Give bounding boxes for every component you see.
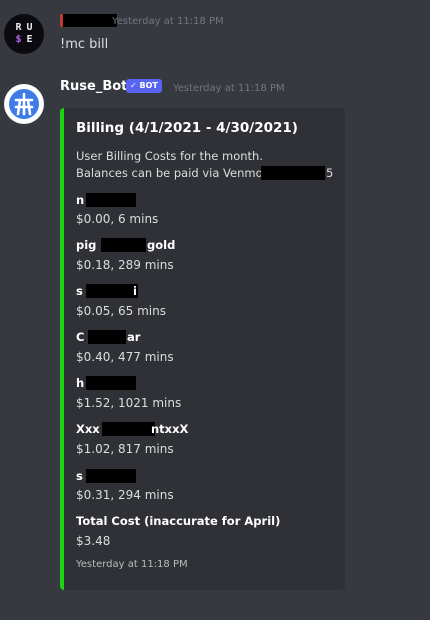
user-avatar[interactable]: R U $ E bbox=[4, 14, 44, 54]
field-name: pig bbox=[76, 238, 97, 252]
total-cost-label: Total Cost (inaccurate for April) bbox=[76, 514, 281, 528]
redacted-username bbox=[86, 469, 136, 483]
bot-badge: ✓ BOT bbox=[126, 79, 162, 93]
message-timestamp: Yesterday at 11:18 PM bbox=[112, 16, 224, 27]
field-name: Xxx bbox=[76, 422, 100, 436]
role-color-bar bbox=[60, 14, 63, 27]
field-name-tail: ntxxX bbox=[151, 422, 189, 436]
bot-logo-icon bbox=[9, 89, 39, 119]
message-timestamp: Yesterday at 11:18 PM bbox=[173, 83, 285, 94]
field-name: h bbox=[76, 376, 85, 390]
field-name-tail: ar bbox=[127, 330, 141, 344]
embed-description-line1: User Billing Costs for the month. bbox=[76, 149, 263, 163]
field-value: $1.02, 817 mins bbox=[76, 442, 174, 456]
redacted-username bbox=[86, 284, 138, 298]
field-name: s bbox=[76, 469, 83, 483]
redacted-username bbox=[62, 14, 117, 27]
description-tail: 5 bbox=[326, 166, 334, 180]
description-text: Balances can be paid via Venmo: @ bbox=[76, 166, 282, 180]
avatar-glyph: $ bbox=[15, 34, 22, 45]
field-name: C bbox=[76, 330, 85, 344]
avatar-glyph: E bbox=[26, 34, 33, 45]
field-value: $0.00, 6 mins bbox=[76, 212, 159, 226]
total-cost-value: $3.48 bbox=[76, 534, 111, 548]
redacted-venmo bbox=[261, 166, 325, 180]
author-name[interactable]: Ruse_Bot bbox=[60, 79, 127, 94]
field-value: $0.40, 477 mins bbox=[76, 350, 174, 364]
redacted-username bbox=[101, 238, 146, 252]
avatar-glyph: R bbox=[15, 22, 22, 33]
avatar-glyph: U bbox=[26, 22, 33, 33]
bot-avatar[interactable] bbox=[4, 84, 44, 124]
redacted-username bbox=[88, 330, 126, 344]
redacted-username bbox=[86, 193, 136, 207]
redacted-username bbox=[86, 376, 136, 390]
message-content: !mc bill bbox=[60, 37, 109, 52]
field-value: $0.05, 65 mins bbox=[76, 304, 166, 318]
embed-title: Billing (4/1/2021 - 4/30/2021) bbox=[76, 120, 298, 136]
billing-embed: Billing (4/1/2021 - 4/30/2021) User Bill… bbox=[60, 108, 345, 590]
field-value: $1.52, 1021 mins bbox=[76, 396, 182, 410]
field-name-tail: i bbox=[133, 284, 137, 298]
embed-description-line2: Balances can be paid via Venmo: @ bbox=[76, 166, 282, 180]
embed-footer-timestamp: Yesterday at 11:18 PM bbox=[76, 559, 188, 570]
field-name-tail: gold bbox=[147, 238, 176, 252]
field-name: n bbox=[76, 193, 85, 207]
field-value: $0.18, 289 mins bbox=[76, 258, 174, 272]
field-name: s bbox=[76, 284, 83, 298]
redacted-username bbox=[102, 422, 155, 436]
field-value: $0.31, 294 mins bbox=[76, 488, 174, 502]
